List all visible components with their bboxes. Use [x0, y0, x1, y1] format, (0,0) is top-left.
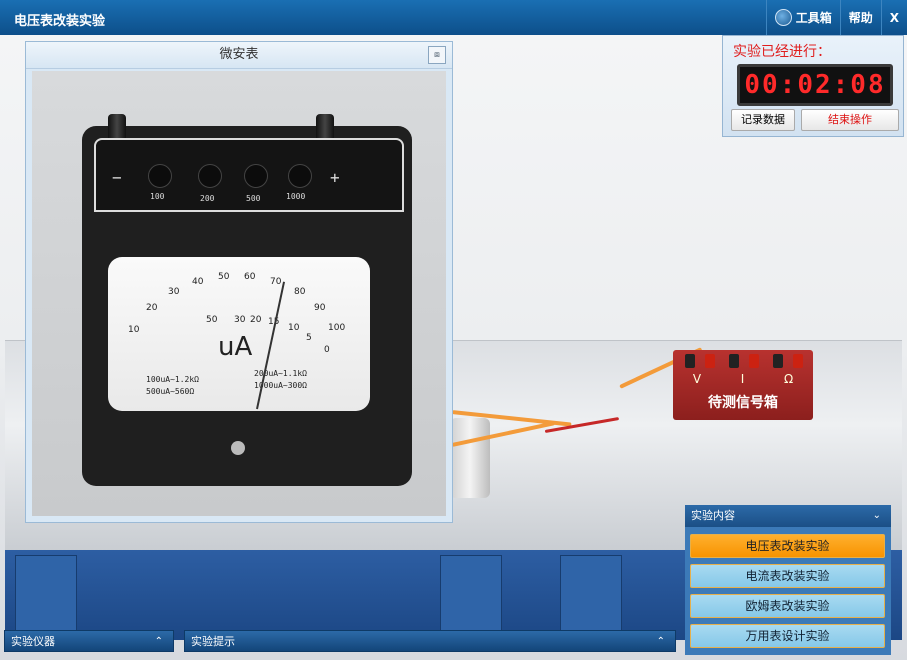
scale-tick: 30 — [168, 287, 180, 297]
experiment-item-voltmeter[interactable]: 电压表改装实验 — [690, 534, 885, 558]
expand-icon[interactable]: ⌃ — [657, 631, 665, 653]
title-bar: 电压表改装实验 工具箱 帮助 X — [0, 0, 907, 35]
ohm-tick: 50 — [206, 315, 218, 325]
range-label: 1000 — [286, 192, 306, 201]
terminal-peg — [773, 354, 783, 368]
restore-icon[interactable]: ⧈ — [428, 46, 446, 64]
table-cabinet — [15, 555, 77, 642]
table-cabinet — [560, 555, 622, 642]
toolbox-label: 工具箱 — [795, 11, 832, 25]
title-bar-actions: 工具箱 帮助 X — [765, 0, 907, 35]
range-spec: 500uA~560Ω — [146, 387, 195, 396]
ohm-tick: 30 — [234, 315, 246, 325]
meter-top-plate: − + 100 200 500 1000 — [94, 138, 404, 212]
ohm-tick: 0 — [324, 345, 330, 355]
range-spec: 100uA~1.2kΩ — [146, 375, 199, 384]
terminal-peg — [729, 354, 739, 368]
scale-tick: 40 — [192, 277, 204, 287]
microammeter: − + 100 200 500 1000 10 20 30 40 50 60 7… — [82, 114, 412, 486]
scale-tick: 80 — [294, 287, 306, 297]
instruments-bar[interactable]: 实验仪器 ⌃ — [4, 630, 174, 652]
scale-tick: 20 — [146, 303, 158, 313]
microammeter-photo: − + 100 200 500 1000 10 20 30 40 50 60 7… — [32, 71, 446, 516]
signal-box-terminal-labels: V I Ω — [673, 372, 813, 386]
meter-needle — [256, 281, 286, 410]
terminal-peg — [793, 354, 803, 368]
hints-bar[interactable]: 实验提示 ⌃ — [184, 630, 676, 652]
timer-panel: 实验已经进行： 00:02:08 记录数据 结束操作 — [722, 35, 904, 137]
resistance-box[interactable] — [450, 418, 490, 498]
unit-label: uA — [218, 332, 253, 362]
terminal-label-i: I — [740, 372, 745, 386]
signal-box-label: 待测信号箱 — [708, 395, 778, 411]
scale-tick: 70 — [270, 277, 282, 287]
timer-label: 实验已经进行： — [733, 44, 831, 60]
range-label: 500 — [246, 194, 261, 203]
scale-tick: 50 — [218, 272, 230, 282]
plus-label: + — [330, 168, 340, 187]
hints-label: 实验提示 — [191, 635, 235, 648]
signal-box[interactable]: V I Ω 待测信号箱 — [673, 350, 813, 420]
panel-title: 微安表 — [26, 42, 452, 69]
experiment-item-multimeter[interactable]: 万用表设计实验 — [690, 624, 885, 648]
scale-tick: 60 — [244, 272, 256, 282]
experiment-content-header[interactable]: 实验内容 ⌄ — [685, 505, 891, 527]
meter-dial: 10 20 30 40 50 60 70 80 90 100 0 5 10 15… — [108, 257, 370, 411]
help-button[interactable]: 帮助 — [839, 0, 881, 35]
ohm-tick: 20 — [250, 315, 262, 325]
instruments-label: 实验仪器 — [11, 635, 55, 648]
table-cabinet — [440, 555, 502, 642]
range-label: 100 — [150, 192, 165, 201]
ohm-tick: 5 — [306, 333, 312, 343]
ohm-tick: 10 — [288, 323, 300, 333]
experiment-content-title: 实验内容 — [691, 509, 735, 522]
collapse-icon[interactable]: ⌄ — [873, 505, 881, 527]
experiment-item-ohmmeter[interactable]: 欧姆表改装实验 — [690, 594, 885, 618]
range-label: 200 — [200, 194, 215, 203]
zero-adjust-screw[interactable] — [231, 441, 245, 455]
microammeter-panel: 微安表 ⧈ − + 100 200 500 1000 10 20 30 40 5… — [25, 41, 453, 523]
scale-tick: 100 — [328, 323, 346, 333]
terminal-peg — [705, 354, 715, 368]
expand-icon[interactable]: ⌃ — [155, 631, 163, 653]
terminal-peg — [749, 354, 759, 368]
experiment-item-ammeter[interactable]: 电流表改装实验 — [690, 564, 885, 588]
scale-tick: 90 — [314, 303, 326, 313]
toolbox-button[interactable]: 工具箱 — [765, 0, 840, 35]
app-title: 电压表改装实验 — [14, 14, 106, 29]
terminal-label-ohm: Ω — [783, 372, 794, 386]
scale-tick: 10 — [128, 325, 140, 335]
terminal-peg — [685, 354, 695, 368]
record-data-button[interactable]: 记录数据 — [731, 109, 795, 131]
range-knob-200[interactable] — [198, 164, 222, 188]
close-button[interactable]: X — [880, 0, 907, 35]
minus-label: − — [112, 168, 122, 187]
experiment-content-panel: 实验内容 ⌄ 电压表改装实验 电流表改装实验 欧姆表改装实验 万用表设计实验 — [685, 505, 891, 655]
elapsed-time: 00:02:08 — [737, 64, 893, 106]
range-knob-1000[interactable] — [288, 164, 312, 188]
range-knob-100[interactable] — [148, 164, 172, 188]
globe-icon — [774, 9, 792, 26]
range-knob-500[interactable] — [244, 164, 268, 188]
end-operation-button[interactable]: 结束操作 — [801, 109, 899, 131]
terminal-label-v: V — [692, 372, 702, 386]
